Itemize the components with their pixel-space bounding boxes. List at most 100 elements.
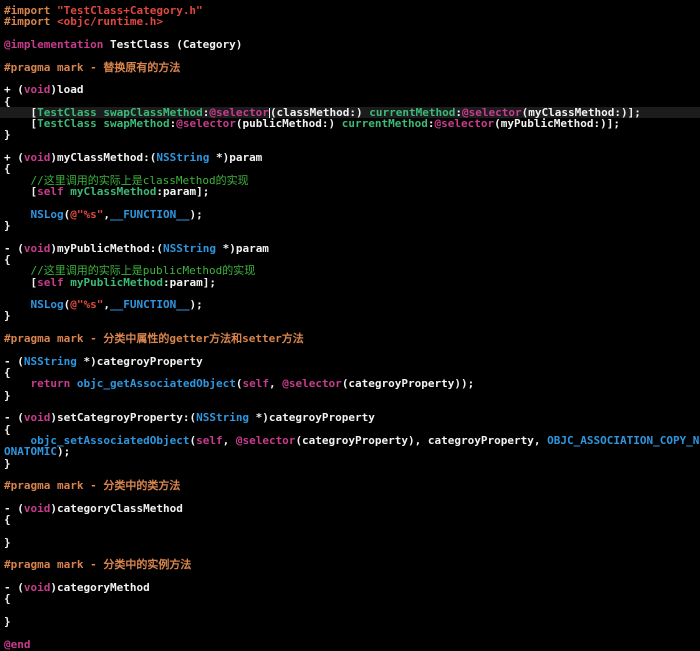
code-text: (publicMethod:) — [235, 117, 342, 131]
code-line[interactable]: NSLog(@"%s",__FUNCTION__); — [0, 299, 700, 310]
code-line[interactable]: } — [0, 129, 700, 140]
code-line[interactable]: objc_setAssociatedObject(self, @selector… — [0, 435, 700, 458]
code-line[interactable] — [0, 525, 700, 536]
code-line[interactable]: } — [0, 389, 700, 401]
code-text: : — [427, 117, 435, 131]
code-text: )categoryClassMethod — [50, 501, 183, 515]
code-line[interactable]: #pragma mark - 分类中属性的getter方法和setter方法 — [0, 333, 700, 344]
code-line[interactable]: - (void)setCategroyProperty:(NSString *)… — [0, 412, 700, 423]
keyword-token: self — [37, 185, 64, 198]
code-line[interactable]: - (void)myPublicMethod:(NSString *)param — [0, 241, 700, 255]
string-token: <objc/runtime.h> — [56, 15, 163, 29]
keyword-token: return — [30, 377, 71, 391]
code-line[interactable]: } — [0, 616, 700, 627]
code-text: (categroyProperty)); — [341, 377, 475, 391]
type-token: objc_getAssociatedObject — [76, 377, 236, 391]
code-text: )categoryMethod — [50, 580, 150, 594]
type-token: NSString — [156, 151, 210, 165]
code-text: )setCategroyProperty:( — [50, 411, 197, 425]
code-line[interactable]: } — [0, 220, 700, 231]
code-line[interactable]: #pragma mark - 分类中的实例方法 — [0, 559, 700, 570]
keyword-token: self — [242, 377, 269, 391]
type-token: NSString — [196, 411, 250, 425]
keyword-token: @end — [4, 637, 31, 651]
code-text: ); — [189, 298, 203, 312]
code-text: , — [268, 377, 283, 391]
keyword-token: void — [23, 501, 51, 515]
type-token: NSLog — [30, 207, 64, 221]
code-line[interactable] — [0, 627, 700, 638]
code-text: )myClassMethod:( — [50, 151, 157, 165]
preprocessor-token: #pragma mark - 分类中属性的getter方法和setter方法 — [4, 332, 304, 346]
preprocessor-token: #pragma mark - 分类中的类方法 — [4, 479, 181, 493]
string-token: @"%s" — [70, 207, 104, 221]
code-line[interactable]: #pragma mark - 替换原有的方法 — [0, 60, 700, 74]
method-token: TestClass — [37, 117, 97, 131]
code-text: , — [103, 207, 110, 221]
code-line[interactable]: } — [0, 537, 700, 548]
code-text: ); — [189, 207, 203, 221]
code-line[interactable]: - (void)categoryClassMethod — [0, 503, 700, 514]
keyword-token: @selector — [235, 433, 296, 447]
preprocessor-token: #pragma mark - 分类中的实例方法 — [4, 558, 192, 572]
keyword-token: void — [23, 83, 51, 97]
keyword-token: @selector — [434, 117, 495, 131]
keyword-token: @selector — [282, 377, 342, 391]
code-line[interactable]: @implementation TestClass (Category) — [0, 39, 700, 50]
type-token: __FUNCTION__ — [110, 298, 190, 312]
code-text: )myPublicMethod:( — [50, 241, 163, 255]
code-line[interactable] — [0, 73, 700, 84]
code-line[interactable]: [TestClass swapMethod:@selector(publicMe… — [0, 118, 700, 129]
keyword-token: @implementation — [4, 37, 104, 51]
preprocessor-token: #pragma mark - 替换原有的方法 — [4, 60, 181, 74]
code-line[interactable]: #pragma mark - 分类中的类方法 — [0, 480, 700, 491]
type-token: NSString — [23, 354, 77, 368]
method-token: currentMethod — [341, 117, 428, 131]
type-token: NSLog — [30, 298, 64, 312]
keyword-token: @selector — [176, 117, 236, 131]
method-token: myPublicMethod — [70, 275, 163, 289]
code-text: *)param — [209, 151, 263, 165]
code-line[interactable]: { — [0, 514, 700, 525]
code-text: (myPublicMethod:)]; — [494, 117, 620, 131]
code-text: )load — [50, 83, 84, 97]
preprocessor-token: #import — [4, 15, 57, 29]
keyword-token: self — [37, 275, 64, 289]
code-text: *)param — [215, 241, 269, 255]
code-text: (categroyProperty), categroyProperty, — [295, 433, 548, 447]
keyword-token: void — [23, 151, 51, 165]
code-line[interactable]: [self myPublicMethod:param]; — [0, 275, 700, 289]
code-text: TestClass (Category) — [103, 37, 243, 51]
keyword-token: void — [23, 241, 51, 255]
code-line[interactable]: + (void)load — [0, 84, 700, 95]
type-token: NSString — [162, 241, 216, 255]
code-text: *)categroyProperty — [76, 354, 203, 368]
code-text: :param]; — [162, 275, 216, 289]
code-line[interactable]: @end — [0, 637, 700, 651]
code-line[interactable]: #import <objc/runtime.h> — [0, 16, 700, 27]
code-line[interactable]: - (NSString *)categroyProperty — [0, 356, 700, 367]
code-line[interactable]: { — [0, 593, 700, 604]
code-line[interactable]: } — [0, 310, 700, 321]
keyword-token: void — [23, 411, 51, 425]
code-line[interactable]: [self myClassMethod:param]; — [0, 186, 700, 197]
code-line[interactable]: return objc_getAssociatedObject(self, @s… — [0, 378, 700, 389]
code-line[interactable]: + (void)myClassMethod:(NSString *)param — [0, 152, 700, 163]
keyword-token: void — [23, 580, 51, 594]
code-line[interactable]: NSLog(@"%s",__FUNCTION__); — [0, 207, 700, 221]
type-token: __FUNCTION__ — [110, 207, 190, 221]
string-token: @"%s" — [70, 298, 104, 312]
method-token: myClassMethod — [70, 185, 157, 198]
code-text: , — [222, 433, 236, 447]
code-editor[interactable]: #import "TestClass+Category.h" #import <o… — [0, 0, 700, 651]
code-text: ); — [56, 445, 71, 459]
code-text: , — [103, 298, 110, 312]
code-line[interactable]: - (void)categoryMethod — [0, 582, 700, 593]
method-token: swapMethod — [103, 117, 170, 131]
code-text: *)categroyProperty — [249, 411, 375, 425]
code-text: :param]; — [156, 185, 210, 198]
keyword-token: self — [196, 433, 223, 447]
code-line[interactable] — [0, 605, 700, 616]
code-line[interactable]: } — [0, 457, 700, 469]
